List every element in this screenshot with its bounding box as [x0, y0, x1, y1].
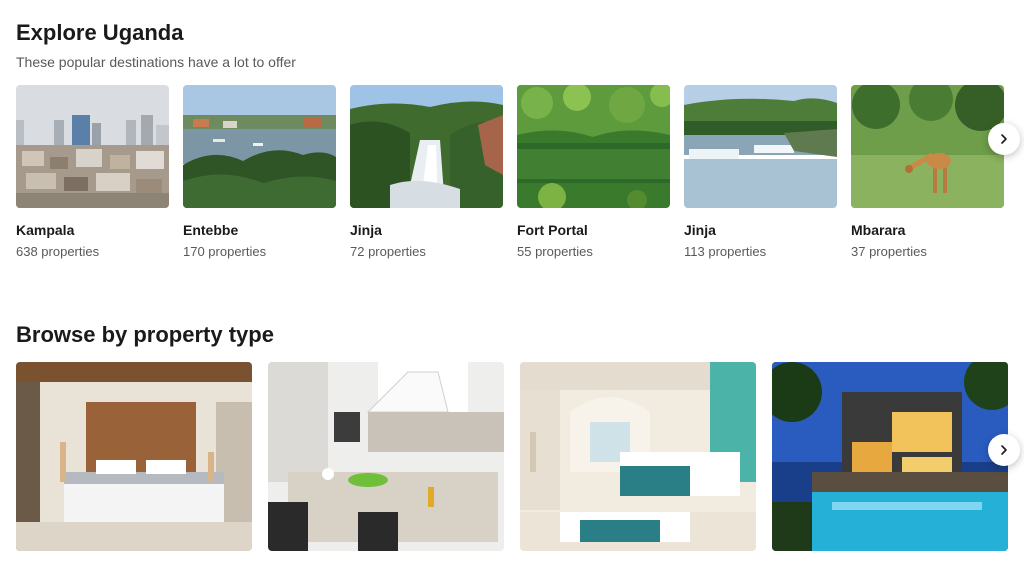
destination-count: 638 properties — [16, 244, 100, 259]
browse-section: Browse by property type — [16, 322, 1008, 551]
property-card[interactable] — [16, 362, 252, 551]
destination-count: 170 properties — [183, 244, 267, 259]
property-image[interactable] — [16, 362, 252, 551]
destination-card-mbarara[interactable]: Mbarara 37 properties — [851, 85, 1004, 259]
property-card[interactable] — [520, 362, 756, 551]
property-image[interactable] — [772, 362, 1008, 551]
destination-count: 37 properties — [851, 244, 927, 259]
destination-card-jinja-2[interactable]: Jinja 113 properties — [684, 85, 837, 259]
destination-name: Entebbe — [183, 222, 239, 238]
destination-count: 55 properties — [517, 244, 593, 259]
destination-name: Jinja — [350, 222, 382, 238]
destination-carousel: Kampala 638 properties Entebbe 170 prope… — [16, 85, 1004, 259]
explore-next-button[interactable] — [988, 123, 1020, 155]
destination-image[interactable] — [517, 85, 670, 208]
chevron-right-icon — [1001, 134, 1007, 144]
property-type-carousel — [16, 362, 1008, 551]
browse-title: Browse by property type — [16, 322, 274, 347]
destination-name: Mbarara — [851, 222, 906, 238]
chevron-right-icon — [1001, 445, 1007, 455]
property-image[interactable] — [268, 362, 504, 551]
browse-next-button[interactable] — [988, 434, 1020, 466]
explore-title: Explore Uganda — [16, 20, 184, 45]
destination-image[interactable] — [16, 85, 169, 208]
destination-name: Fort Portal — [517, 222, 588, 238]
destination-image[interactable] — [183, 85, 336, 208]
destination-card-jinja[interactable]: Jinja 72 properties — [350, 85, 503, 259]
explore-subtitle: These popular destinations have a lot to… — [16, 54, 296, 70]
destination-count: 113 properties — [684, 244, 767, 259]
property-image[interactable] — [520, 362, 756, 551]
property-card[interactable] — [268, 362, 504, 551]
destination-image[interactable] — [350, 85, 503, 208]
destination-card-fort-portal[interactable]: Fort Portal 55 properties — [517, 85, 670, 259]
destination-count: 72 properties — [350, 244, 426, 259]
destination-name: Jinja — [684, 222, 716, 238]
destination-image[interactable] — [684, 85, 837, 208]
explore-section: Explore Uganda These popular destination… — [16, 20, 1004, 259]
destination-card-kampala[interactable]: Kampala 638 properties — [16, 85, 169, 259]
property-card[interactable] — [772, 362, 1008, 551]
destination-name: Kampala — [16, 222, 75, 238]
destination-card-entebbe[interactable]: Entebbe 170 properties — [183, 85, 336, 259]
destination-image[interactable] — [851, 85, 1004, 208]
